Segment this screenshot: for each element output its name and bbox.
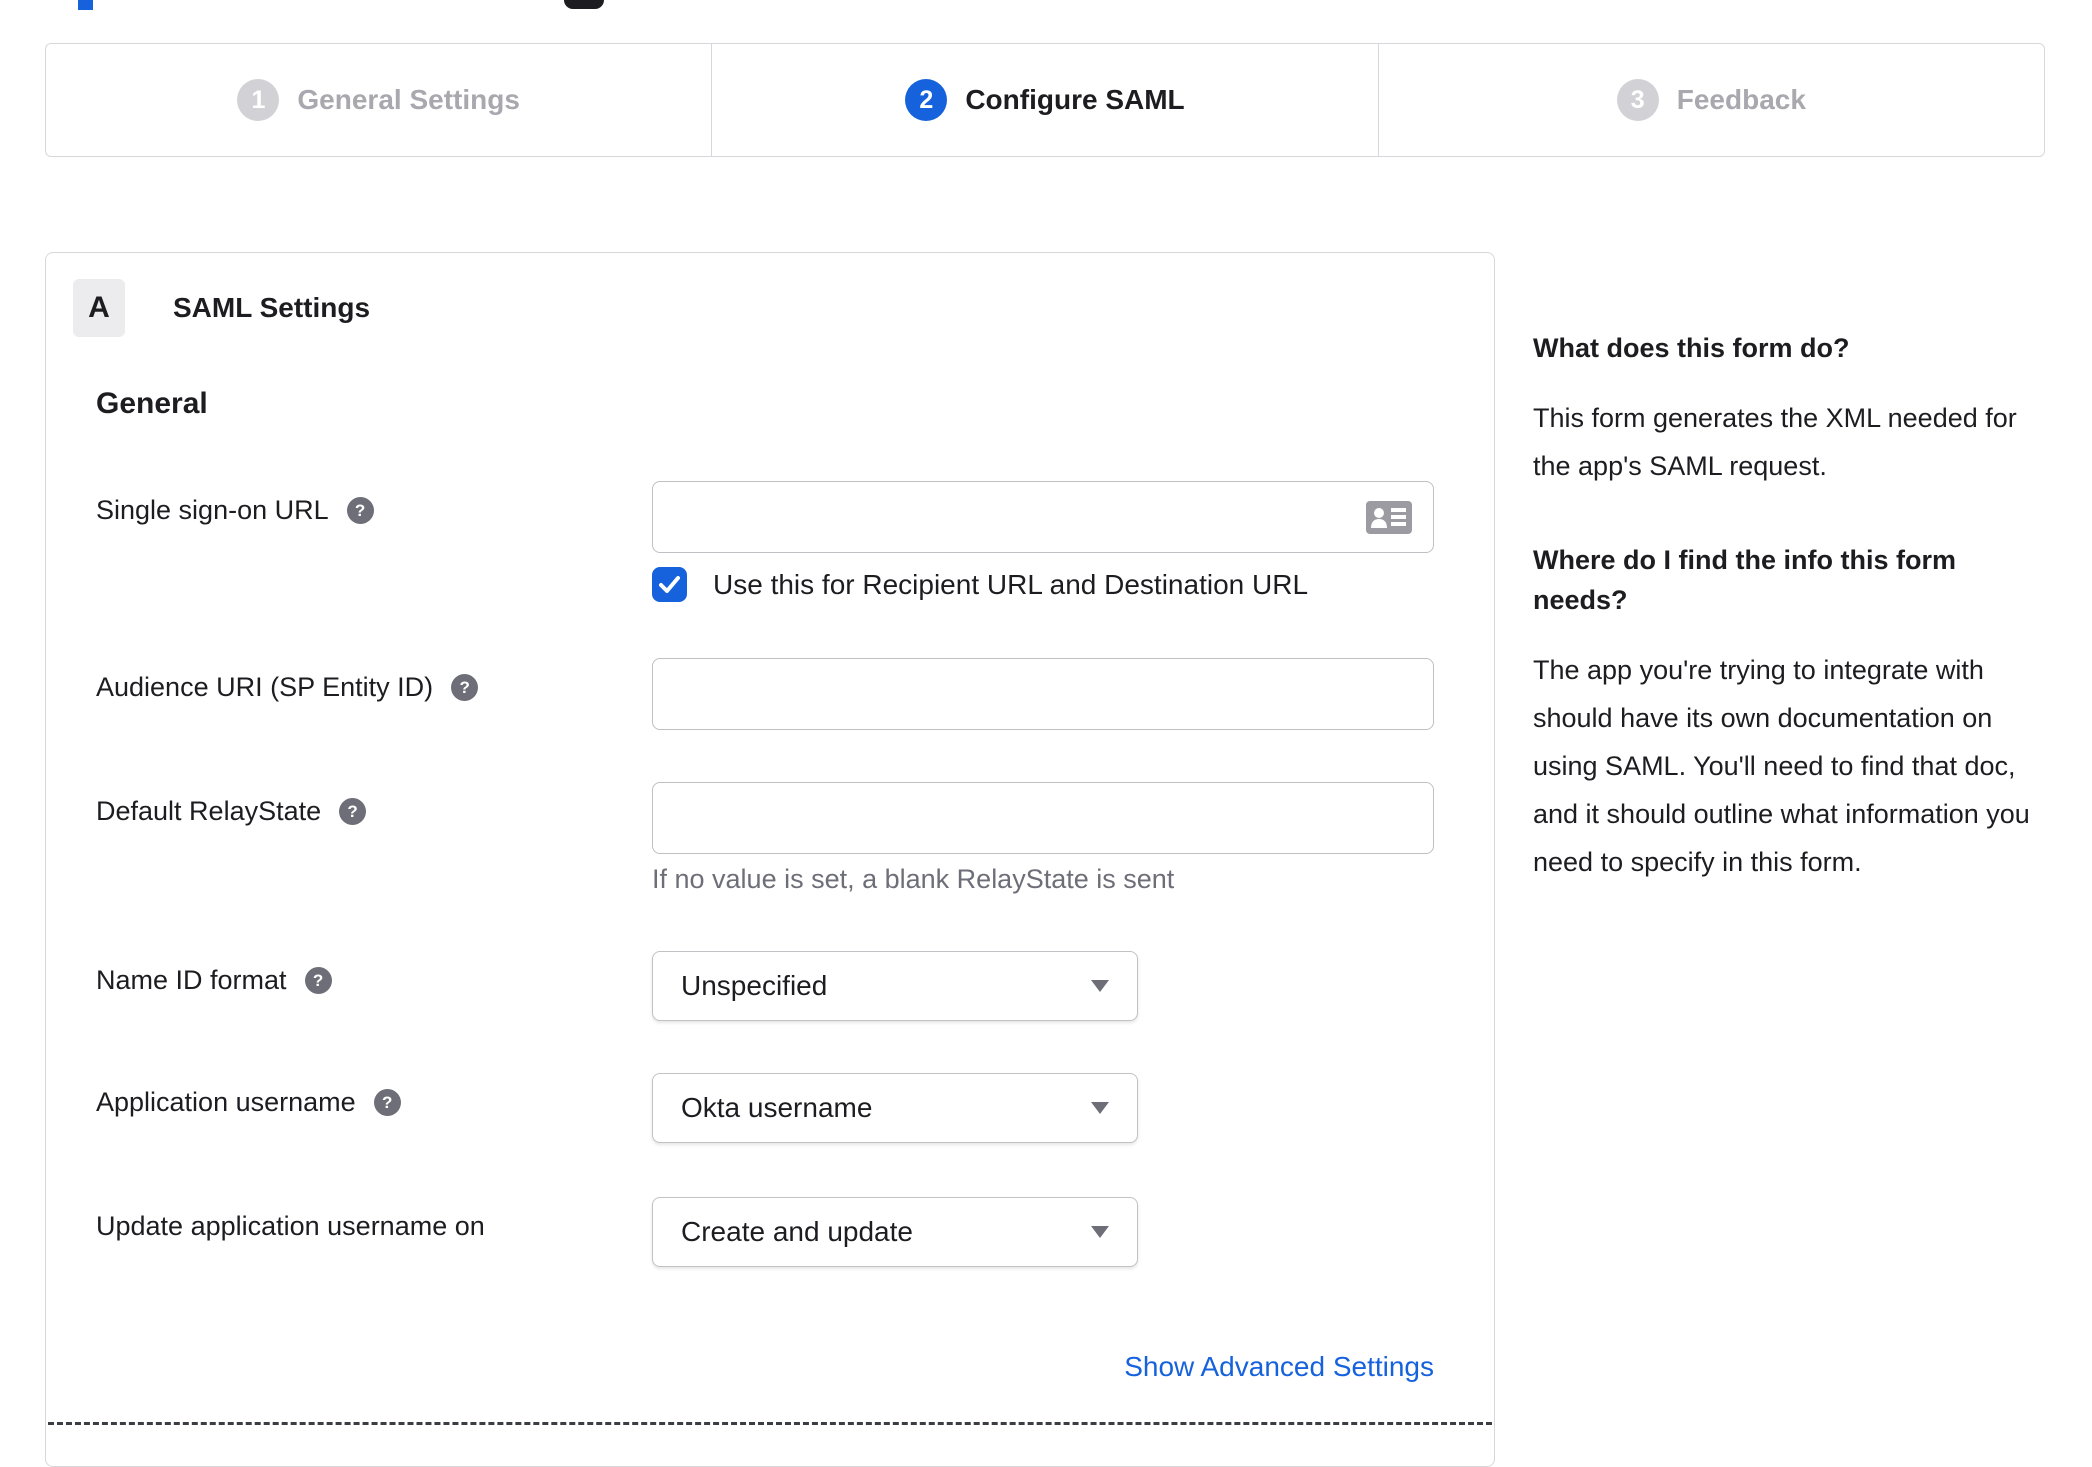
step-number-badge: 2 xyxy=(905,79,948,121)
help-answer-2: The app you're trying to integrate with … xyxy=(1533,655,2030,877)
default-relaystate-label: Default RelayState xyxy=(96,796,322,826)
chevron-down-icon xyxy=(1091,1102,1109,1114)
contact-card-icon[interactable] xyxy=(1366,501,1412,539)
application-username-value: Okta username xyxy=(681,1092,873,1123)
audience-uri-row: Audience URI (SP Entity ID) ? xyxy=(96,658,1477,730)
show-advanced-settings-link[interactable]: Show Advanced Settings xyxy=(1124,1351,1434,1382)
panel-title: SAML Settings xyxy=(173,292,371,323)
default-relaystate-input[interactable] xyxy=(652,782,1434,854)
wizard-stepper: 1 General Settings 2 Configure SAML 3 Fe… xyxy=(45,43,2045,157)
help-icon[interactable]: ? xyxy=(339,798,367,825)
help-question-2: Where do I find the info this form needs… xyxy=(1533,545,1956,615)
audience-uri-label: Audience URI (SP Entity ID) xyxy=(96,672,434,702)
step-feedback[interactable]: 3 Feedback xyxy=(1377,44,2044,156)
help-icon[interactable]: ? xyxy=(304,967,332,994)
single-sign-on-url-row: Single sign-on URL ? xyxy=(96,481,1477,553)
help-answer-1: This form generates the XML needed for t… xyxy=(1533,403,2017,481)
help-icon[interactable]: ? xyxy=(346,497,374,524)
chevron-down-icon xyxy=(1091,980,1109,992)
recipient-url-checkbox[interactable] xyxy=(652,567,687,602)
step-configure-saml[interactable]: 2 Configure SAML xyxy=(711,44,1377,156)
checkmark-icon xyxy=(659,576,680,593)
step-label: Feedback xyxy=(1676,84,1806,115)
name-id-format-row: Name ID format ? Unspecified xyxy=(96,951,1477,1021)
update-application-username-value: Create and update xyxy=(681,1216,913,1247)
application-username-row: Application username ? Okta username xyxy=(96,1073,1477,1143)
default-relaystate-row: Default RelayState ? If no value is set,… xyxy=(96,782,1477,895)
update-application-username-label: Update application username on xyxy=(96,1211,485,1241)
chevron-down-icon xyxy=(1091,1226,1109,1238)
single-sign-on-url-label: Single sign-on URL xyxy=(96,495,329,525)
help-icon[interactable]: ? xyxy=(373,1089,401,1116)
panel-header: A SAML Settings xyxy=(46,253,1494,337)
step-number-badge: 3 xyxy=(1616,79,1659,121)
advanced-settings-row: Show Advanced Settings xyxy=(96,1267,1477,1383)
name-id-format-value: Unspecified xyxy=(681,970,828,1001)
single-sign-on-url-input[interactable] xyxy=(652,481,1434,553)
help-sidebar: What does this form do? This form genera… xyxy=(1533,328,2038,886)
dashed-section-divider xyxy=(48,1422,1492,1425)
recipient-url-checkbox-label[interactable]: Use this for Recipient URL and Destinati… xyxy=(713,569,1308,601)
name-id-format-select[interactable]: Unspecified xyxy=(652,951,1138,1021)
saml-settings-panel: A SAML Settings General Single sign-on U… xyxy=(45,252,1495,1467)
audience-uri-input[interactable] xyxy=(652,658,1434,730)
update-application-username-row: Update application username on Create an… xyxy=(96,1197,1477,1267)
saml-form: Single sign-on URL ? Use this for Recipi… xyxy=(46,481,1494,1383)
application-username-select[interactable]: Okta username xyxy=(652,1073,1138,1143)
step-number-badge: 1 xyxy=(237,79,280,121)
general-section-heading: General xyxy=(96,387,208,420)
help-question-1: What does this form do? xyxy=(1533,333,1850,363)
name-id-format-label: Name ID format xyxy=(96,965,287,995)
section-a-badge: A xyxy=(73,279,125,337)
update-application-username-select[interactable]: Create and update xyxy=(652,1197,1138,1267)
clipped-title-fragment-dark xyxy=(564,0,604,9)
recipient-url-checkbox-row: Use this for Recipient URL and Destinati… xyxy=(652,567,1477,602)
step-label: Configure SAML xyxy=(965,84,1185,115)
step-general-settings[interactable]: 1 General Settings xyxy=(46,44,711,156)
application-username-label: Application username xyxy=(96,1087,356,1117)
relaystate-helper-text: If no value is set, a blank RelayState i… xyxy=(652,864,1175,894)
help-icon[interactable]: ? xyxy=(451,674,479,701)
clipped-title-fragment-blue xyxy=(78,0,93,10)
step-label: General Settings xyxy=(297,84,520,115)
